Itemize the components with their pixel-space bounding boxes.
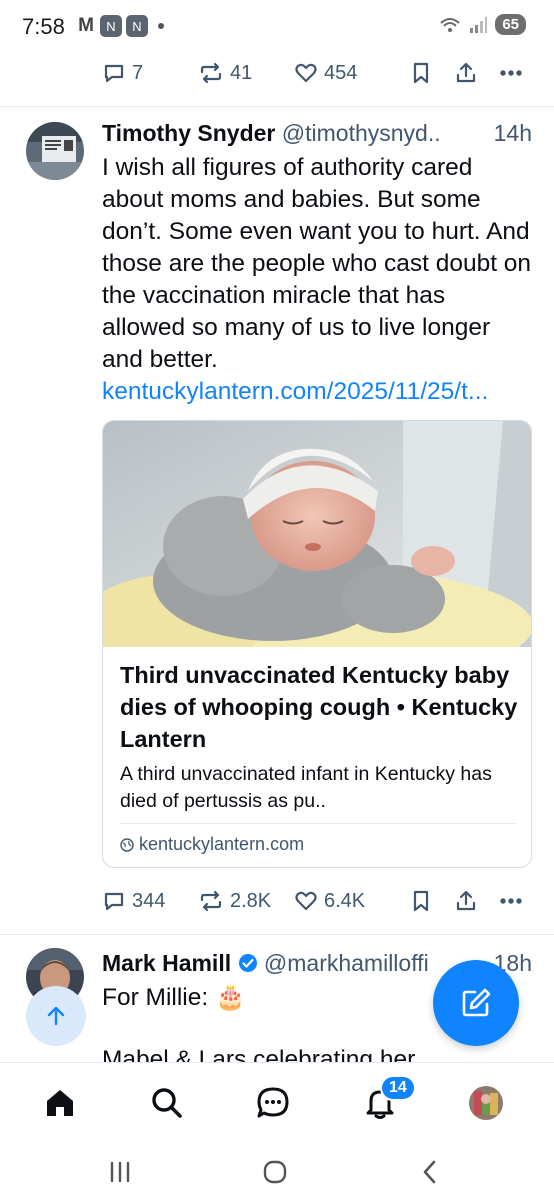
repost-button[interactable]: 41 (198, 57, 252, 89)
nav-notifications[interactable]: 14 (360, 1075, 416, 1123)
post-actions: 344 2.8K 6.4K (102, 885, 532, 917)
compose-button[interactable] (433, 960, 519, 1046)
repost-count: 2.8K (230, 889, 272, 912)
card-title: Third unvaccinated Kentucky baby dies of… (120, 662, 518, 752)
scroll-to-top-button[interactable] (26, 986, 86, 1046)
battery-indicator: 65 (495, 14, 526, 35)
back-icon (423, 1160, 436, 1184)
gmail-icon: M (78, 15, 94, 36)
like-count: 6.4K (324, 889, 366, 912)
more-icon (500, 70, 522, 76)
search-icon (152, 1088, 182, 1118)
author-handle[interactable]: @markhamilloffi (264, 950, 429, 976)
card-description: A third unvaccinated infant in Kentucky … (120, 763, 492, 812)
reply-button[interactable]: 344 (102, 885, 165, 917)
share-button[interactable] (454, 885, 478, 917)
signal-icon (470, 16, 488, 33)
author-name[interactable]: Mark Hamill (102, 950, 231, 976)
app-icon: N (126, 15, 148, 37)
arrow-up-icon (47, 1006, 65, 1026)
repost-count: 41 (230, 61, 253, 84)
recent-apps-icon (110, 1161, 130, 1183)
home-icon (47, 1090, 73, 1116)
post-text-content: I wish all figures of authority cared ab… (102, 154, 532, 373)
app-icon: N (100, 15, 122, 37)
notification-icons: M N N (76, 15, 164, 37)
back-button[interactable] (410, 1154, 450, 1190)
nav-profile[interactable] (466, 1083, 506, 1123)
nav-search[interactable] (147, 1083, 187, 1123)
bottom-nav: 14 (0, 1062, 554, 1142)
status-time: 7:58 (22, 14, 65, 39)
reply-icon (104, 64, 124, 83)
more-options-button[interactable] (498, 885, 524, 917)
card-divider (120, 823, 516, 824)
nav-chat[interactable] (253, 1083, 293, 1123)
post-link[interactable]: kentuckylantern.com/2025/11/25/t... (102, 376, 532, 408)
home-system-button[interactable] (255, 1154, 295, 1190)
more-notifications-dot (158, 23, 164, 29)
reply-count: 344 (132, 889, 166, 912)
profile-avatar (469, 1086, 503, 1120)
bookmark-button[interactable] (410, 57, 432, 89)
share-icon (456, 890, 476, 911)
post-header: Timothy Snyder @timothysnyd.. (102, 120, 534, 147)
wifi-icon (440, 17, 460, 32)
status-bar: 7:58 M N N 65 (0, 0, 554, 52)
like-button[interactable]: 6.4K (294, 885, 365, 917)
card-domain: kentuckylantern.com (120, 834, 304, 855)
reply-count: 7 (132, 61, 144, 84)
chat-icon (257, 1087, 289, 1118)
recent-apps-button[interactable] (100, 1154, 140, 1190)
more-options-button[interactable] (498, 57, 524, 89)
globe-icon (120, 837, 134, 852)
card-image (103, 421, 531, 686)
bookmark-button[interactable] (410, 885, 432, 917)
nav-home[interactable] (40, 1083, 80, 1123)
home-circle-icon (263, 1160, 287, 1184)
system-nav-bar (0, 1142, 554, 1200)
like-button[interactable]: 454 (294, 57, 357, 89)
heart-icon (295, 891, 317, 911)
heart-icon (295, 63, 317, 83)
post-time: 14h (489, 120, 532, 147)
repost-button[interactable]: 2.8K (198, 885, 271, 917)
verified-badge-icon (238, 954, 257, 972)
author-avatar[interactable] (26, 122, 84, 180)
prev-post-actions: 7 41 454 (102, 57, 532, 89)
bookmark-icon (413, 62, 429, 84)
card-domain-text: kentuckylantern.com (139, 834, 305, 854)
divider (0, 934, 554, 935)
repost-icon (200, 62, 222, 84)
author-handle[interactable]: @timothysnyd.. (282, 120, 441, 146)
repost-icon (200, 890, 222, 912)
like-count: 454 (324, 61, 358, 84)
more-icon (500, 898, 522, 904)
post-text-content: For Millie: 🎂 (102, 984, 246, 1011)
notification-badge: 14 (380, 1075, 416, 1101)
post-text-partial: Mabel & Lars celebrating her (102, 1046, 416, 1062)
system-status: 65 (439, 14, 526, 35)
bookmark-icon (413, 890, 429, 912)
share-button[interactable] (454, 57, 478, 89)
post-text: I wish all figures of authority cared ab… (102, 152, 532, 408)
link-preview-card[interactable]: Third unvaccinated Kentucky baby dies of… (102, 420, 532, 868)
reply-icon (104, 892, 124, 911)
reply-button[interactable]: 7 (102, 57, 143, 89)
compose-icon (462, 988, 491, 1017)
divider (0, 106, 554, 107)
author-name[interactable]: Timothy Snyder (102, 120, 275, 146)
share-icon (456, 62, 476, 83)
